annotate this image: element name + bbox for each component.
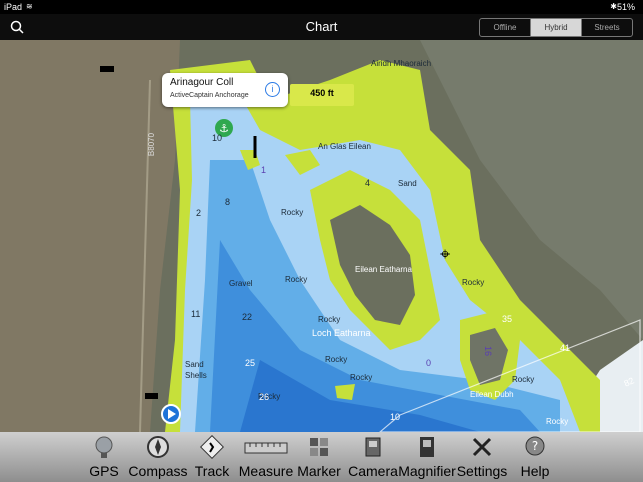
depth-13: 0 bbox=[426, 358, 432, 368]
settings-icon bbox=[472, 437, 492, 457]
place-sand: Sand bbox=[398, 179, 417, 188]
depth-10: 35 bbox=[502, 314, 513, 324]
track-icon bbox=[200, 435, 224, 459]
tool-gps[interactable]: GPS bbox=[88, 432, 120, 482]
segment-hybrid[interactable]: Hybrid bbox=[531, 19, 582, 36]
rocky-1: Rocky bbox=[281, 208, 304, 217]
svg-text:?: ? bbox=[532, 439, 538, 453]
bluetooth-icon: ✱ bbox=[610, 2, 617, 11]
place-airidh: Airidh Mhaoraich bbox=[371, 59, 432, 68]
scale-bar: 450 ft bbox=[290, 84, 354, 106]
info-icon[interactable]: i bbox=[265, 82, 280, 97]
tool-label-help: Help bbox=[520, 463, 550, 479]
tool-measure[interactable]: Measure bbox=[239, 432, 293, 482]
depth-1: 10 bbox=[212, 133, 223, 143]
tool-marker[interactable]: Marker bbox=[297, 432, 341, 482]
depth-11: 41 bbox=[560, 343, 571, 353]
seabed-gravel: Gravel bbox=[229, 279, 253, 288]
scale-label: 450 ft bbox=[310, 88, 334, 98]
segment-streets[interactable]: Streets bbox=[582, 19, 632, 36]
depth-8: 26 bbox=[259, 392, 270, 402]
tool-label-settings: Settings bbox=[456, 463, 508, 479]
tool-settings[interactable]: Settings bbox=[457, 432, 507, 482]
tool-label-gps: GPS bbox=[89, 463, 119, 479]
depth-9: 10 bbox=[390, 412, 401, 422]
depth-4: 4 bbox=[365, 178, 371, 188]
tool-compass[interactable]: Compass bbox=[128, 432, 188, 482]
battery-text: 51% bbox=[616, 2, 635, 12]
rocky-9: Rocky bbox=[546, 417, 569, 426]
wifi-icon: ≋ bbox=[26, 2, 33, 11]
rocky-2: Rocky bbox=[285, 275, 308, 284]
rocky-4: Rocky bbox=[462, 278, 485, 287]
seabed-sand: Sand bbox=[185, 360, 204, 369]
tool-camera[interactable]: Camera bbox=[348, 432, 398, 482]
rocky-3: Rocky bbox=[318, 315, 341, 324]
seabed-shells: Shells bbox=[185, 371, 207, 380]
tool-help[interactable]: ? Help bbox=[520, 432, 550, 482]
rocky-7: Rocky bbox=[512, 375, 535, 384]
svg-text:⌖: ⌖ bbox=[440, 244, 450, 265]
chart-map[interactable]: ⚓ ⌖ Airidh Mhaoraich An Glas Eilean Sand… bbox=[0, 40, 643, 432]
nav-bar: Chart Offline Hybrid Streets bbox=[0, 14, 643, 40]
compass-icon bbox=[147, 436, 169, 458]
segment-offline[interactable]: Offline bbox=[480, 19, 531, 36]
place-an-glas-eilean: An Glas Eilean bbox=[318, 142, 371, 151]
gps-icon bbox=[95, 436, 113, 458]
place-eilean-eatharna: Eilean Eatharna bbox=[355, 265, 412, 274]
help-icon: ? bbox=[525, 436, 545, 456]
place-loch-eatharna: Loch Eatharna bbox=[312, 328, 371, 338]
marker-icon bbox=[310, 438, 328, 456]
tool-track[interactable]: Track bbox=[194, 432, 230, 482]
device-label: iPad bbox=[4, 2, 23, 12]
tool-label-compass: Compass bbox=[128, 463, 188, 479]
depth-14: 16 bbox=[483, 345, 494, 357]
place-eilean-dubh: Eilean Dubh bbox=[470, 390, 514, 399]
map-mode-selector: Offline Hybrid Streets bbox=[479, 18, 633, 37]
depth-12: 1 bbox=[261, 165, 267, 175]
ruler-icon bbox=[244, 442, 288, 454]
depth-3: 8 bbox=[225, 197, 231, 207]
callout-subtitle: ActiveCaptain Anchorage bbox=[170, 92, 249, 99]
road-label: B8070 bbox=[147, 132, 157, 157]
rocky-6: Rocky bbox=[350, 373, 373, 382]
depth-6: 22 bbox=[242, 312, 253, 322]
depth-2: 2 bbox=[196, 208, 202, 218]
bottom-toolbar: GPS Compass Track Measure Marker Camera … bbox=[0, 432, 643, 482]
callout-title: Arinagour Coll bbox=[170, 77, 234, 88]
tool-magnifier[interactable]: Magnifier bbox=[398, 432, 456, 482]
rocky-5: Rocky bbox=[325, 355, 348, 364]
anchorage-callout[interactable]: Arinagour Coll ActiveCaptain Anchorage i bbox=[162, 73, 288, 107]
magnifier-icon bbox=[420, 437, 434, 457]
status-bar: iPad ≋ ✱ 51% bbox=[0, 0, 643, 14]
depth-5: 11 bbox=[191, 309, 201, 319]
depth-7: 25 bbox=[245, 358, 256, 368]
camera-icon bbox=[365, 437, 381, 457]
